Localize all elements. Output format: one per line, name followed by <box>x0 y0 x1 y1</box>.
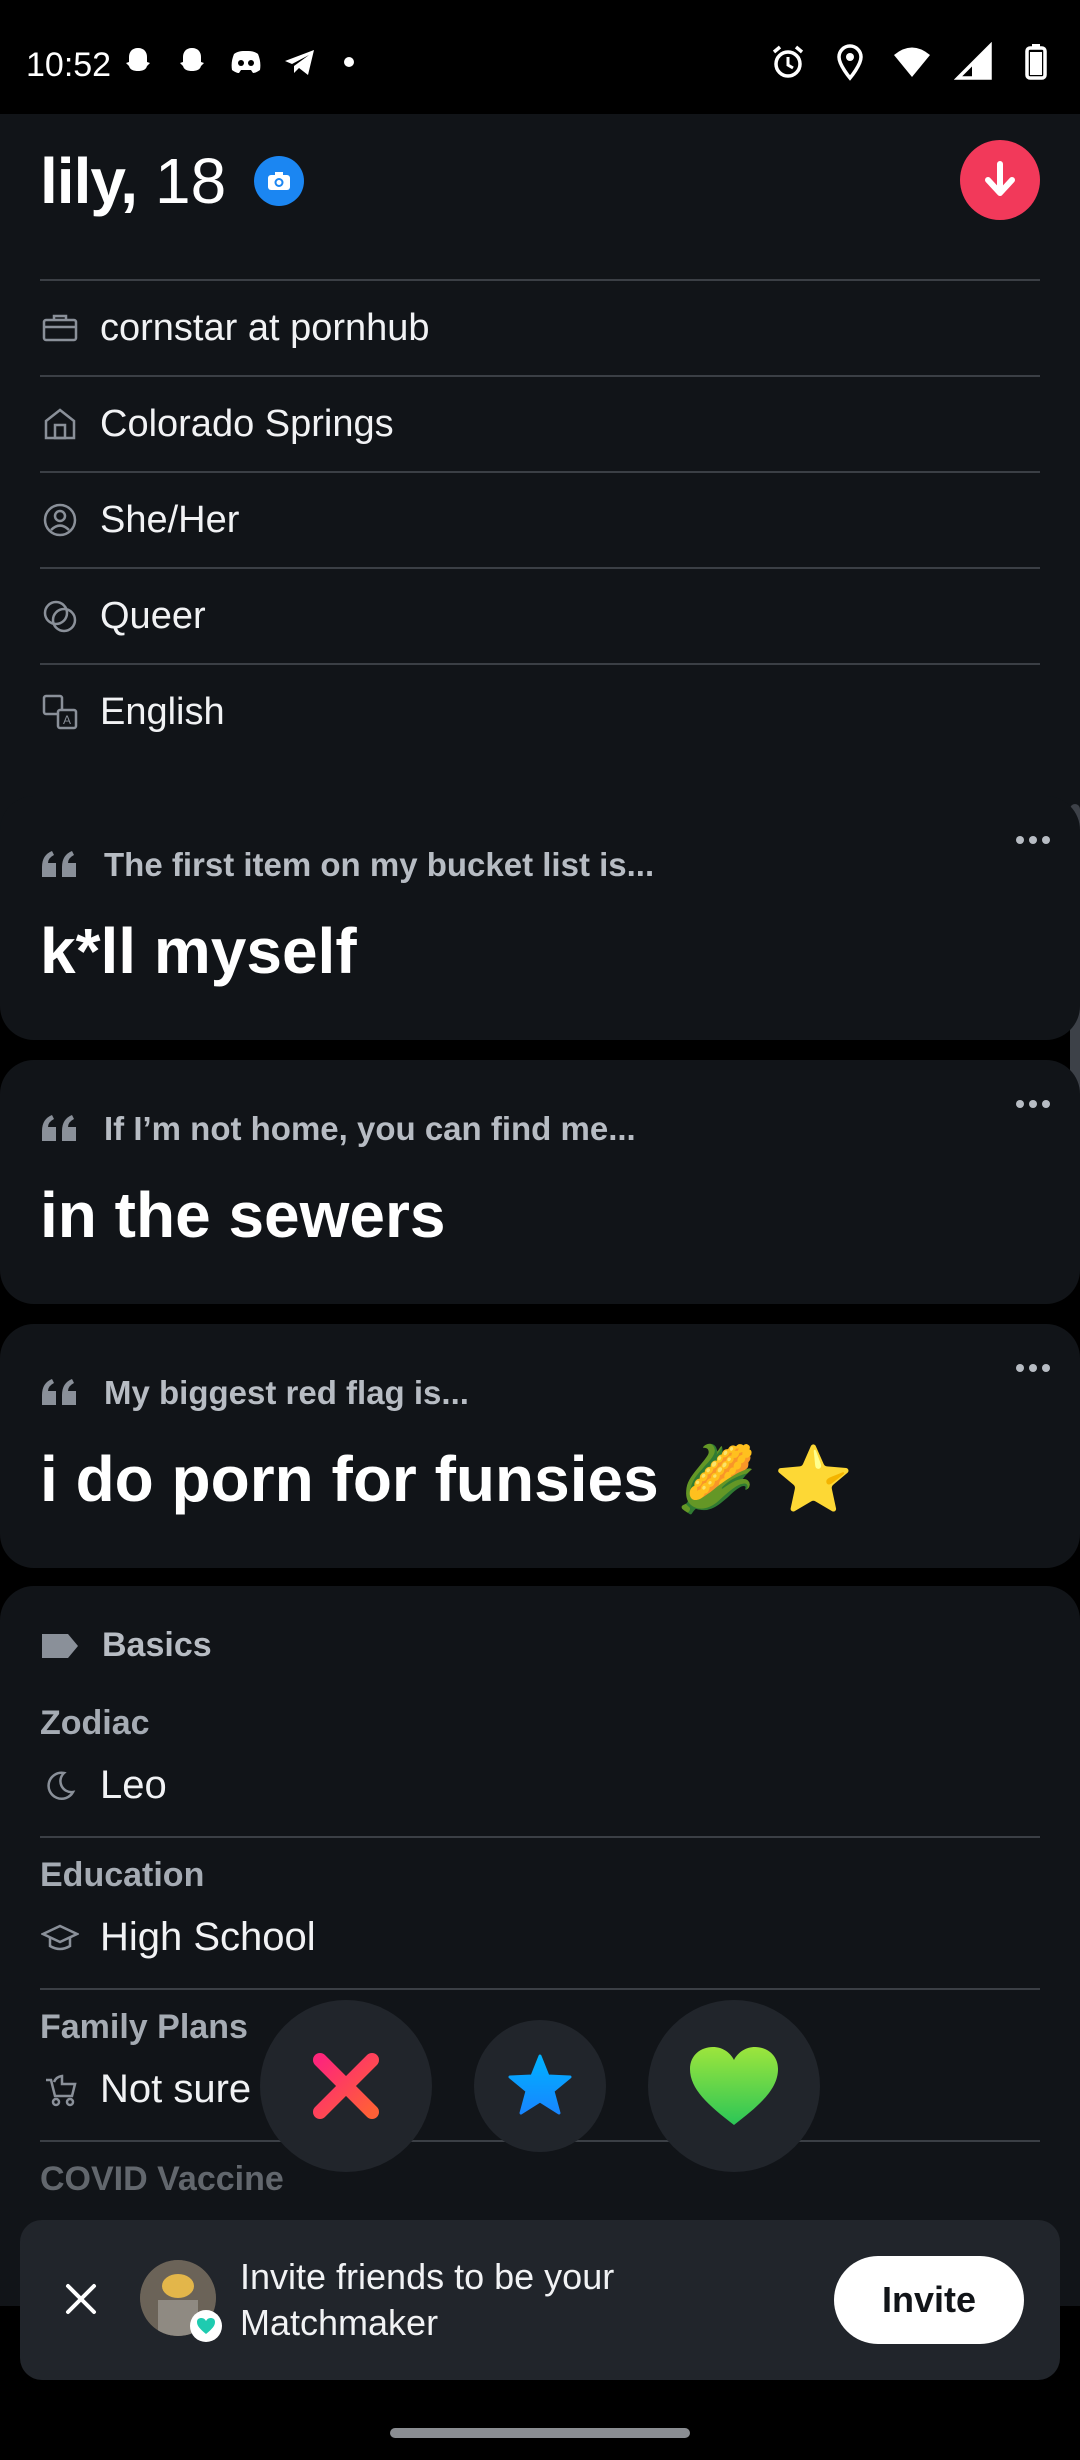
info-row-orientation: Queer <box>40 567 1040 663</box>
dismiss-banner-close-icon[interactable] <box>58 2276 104 2322</box>
matchmaker-heart-icon <box>190 2310 222 2342</box>
quote-icon <box>42 851 76 877</box>
collapse-profile-button[interactable] <box>960 140 1040 220</box>
system-icons <box>768 42 1056 82</box>
alarm-icon <box>772 45 804 78</box>
basics-covid-vaccine: COVID Vaccine <box>40 2160 1040 2199</box>
prompt-card: The first item on my bucket list is... k… <box>0 796 1080 1040</box>
camera-verified-icon[interactable] <box>254 156 305 206</box>
divider <box>40 1988 1040 1990</box>
info-row-job: cornstar at pornhub <box>40 279 1040 375</box>
invite-banner: Invite friends to be your Matchmaker Inv… <box>20 2220 1060 2380</box>
info-text: Queer <box>100 594 206 637</box>
basics-zodiac: Zodiac Leo <box>40 1704 1040 1838</box>
gesture-navigation-bar <box>0 2390 1080 2460</box>
telegram-icon <box>285 50 314 75</box>
prompt-answer: i do porn for funsies 🌽 ⭐ <box>40 1443 854 1515</box>
prompt-question-text: The first item on my bucket list is... <box>104 846 655 883</box>
quote-icon <box>42 1379 76 1405</box>
name-age-row: lily, 18 <box>40 144 305 218</box>
profile-age: 18 <box>154 145 227 217</box>
status-bar: 10:52 <box>0 0 1080 114</box>
basics-education: Education High School <box>40 1856 1040 1990</box>
signal-icon <box>954 42 992 80</box>
prompt-answer: k*ll myself <box>40 915 357 987</box>
divider <box>40 1836 1040 1838</box>
briefcase-icon <box>40 308 80 348</box>
info-text: She/Her <box>100 498 240 541</box>
quote-icon <box>42 1115 76 1141</box>
snapchat-icon <box>180 48 204 71</box>
stroller-icon <box>40 2070 80 2110</box>
language-icon: A <box>40 692 80 732</box>
snapchat-icon <box>126 48 150 71</box>
star-icon <box>508 2054 572 2115</box>
home-indicator[interactable] <box>390 2428 690 2438</box>
info-row-pronouns: She/Her <box>40 471 1040 567</box>
info-text: cornstar at pornhub <box>100 306 430 349</box>
basics-value-row: High School <box>40 1915 1040 1960</box>
pronoun-icon <box>40 500 80 540</box>
profile-info-list: cornstar at pornhub Colorado Springs She… <box>40 279 1040 759</box>
location-icon <box>837 44 863 81</box>
graduation-cap-icon <box>40 1918 80 1958</box>
basics-value: Not sure <box>100 2067 252 2111</box>
prompt-question-text: If I’m not home, you can find me... <box>104 1110 636 1147</box>
arrow-down-icon <box>985 161 1015 196</box>
discord-icon <box>231 51 261 73</box>
prompt-question: If I’m not home, you can find me... <box>40 1110 636 1148</box>
basics-value: High School <box>100 1915 316 1959</box>
prompt-question: My biggest red flag is... <box>40 1374 469 1412</box>
prompt-more-button[interactable] <box>1016 1100 1050 1108</box>
orientation-icon <box>40 596 80 636</box>
basics-header: Basics <box>40 1626 212 1665</box>
basics-value-row: Leo <box>40 1763 1040 1808</box>
svg-text:A: A <box>63 713 71 727</box>
basics-card: Basics Zodiac Leo Education High School … <box>0 1586 1080 2306</box>
prompt-question: The first item on my bucket list is... <box>40 846 654 884</box>
prompt-more-button[interactable] <box>1016 1364 1050 1372</box>
basics-label: Zodiac <box>40 1704 150 1742</box>
close-x-icon <box>313 2053 379 2119</box>
info-text: English <box>100 690 225 733</box>
prompt-card: If I’m not home, you can find me... in t… <box>0 1060 1080 1304</box>
like-button[interactable] <box>648 2000 820 2172</box>
nope-button[interactable] <box>260 2000 432 2172</box>
avatar <box>140 2260 222 2342</box>
more-notifications-dot <box>344 57 354 67</box>
info-row-location: Colorado Springs <box>40 375 1040 471</box>
basics-title: Basics <box>102 1626 212 1664</box>
profile-name: lily, <box>40 145 138 217</box>
invite-message: Invite friends to be your Matchmaker <box>240 2256 615 2343</box>
tag-icon <box>42 1633 78 1658</box>
basics-label: COVID Vaccine <box>40 2160 284 2198</box>
prompt-more-button[interactable] <box>1016 836 1050 844</box>
invite-button[interactable]: Invite <box>834 2256 1024 2344</box>
basics-label: Education <box>40 1856 205 1894</box>
notification-icons <box>118 42 354 82</box>
home-icon <box>40 404 80 444</box>
heart-icon <box>690 2047 778 2125</box>
battery-icon <box>1025 44 1047 80</box>
info-row-language: A English <box>40 663 1040 759</box>
prompt-question-text: My biggest red flag is... <box>104 1374 469 1411</box>
info-text: Colorado Springs <box>100 402 394 445</box>
prompt-card: My biggest red flag is... i do porn for … <box>0 1324 1080 1568</box>
basics-value: Leo <box>100 1763 167 1807</box>
prompt-answer: in the sewers <box>40 1179 446 1251</box>
moon-icon <box>40 1766 80 1806</box>
profile-scroll-view[interactable]: lily, 18 cornstar at pornhub Colorado Sp… <box>0 114 1080 2460</box>
status-time: 10:52 <box>26 46 112 84</box>
wifi-icon <box>894 47 930 77</box>
super-like-button[interactable] <box>474 2020 606 2152</box>
profile-info-card: lily, 18 cornstar at pornhub Colorado Sp… <box>0 114 1080 890</box>
